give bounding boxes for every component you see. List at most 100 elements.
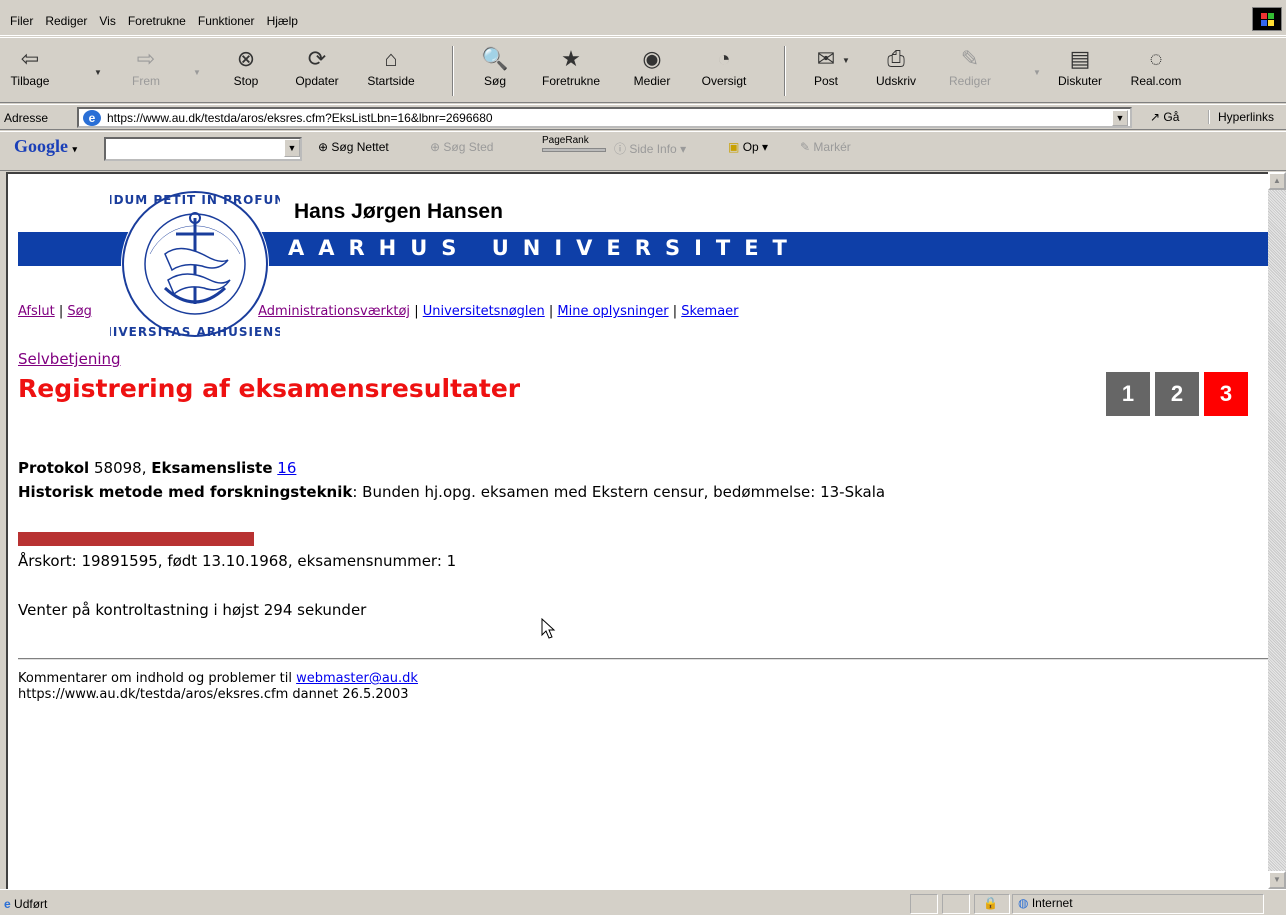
page-title: Registrering af eksamensresultater [18, 374, 521, 403]
address-label: Adresse [4, 111, 49, 125]
stop-button[interactable]: ⊗ Stop [226, 44, 266, 100]
address-input[interactable]: e https://www.au.dk/testda/aros/eksres.c… [77, 107, 1132, 128]
footer-divider [18, 658, 1268, 660]
realcom-icon: ◌ [1149, 46, 1163, 71]
discuss-label: Diskuter [1057, 74, 1102, 88]
page-info-button[interactable]: ⓘ Side Info ▾ [614, 140, 686, 157]
google-logo-text: Google [14, 136, 68, 156]
search-web-label: Søg Nettet [331, 140, 389, 154]
search-site-icon: ⊕ [430, 140, 441, 154]
nav-divider: | [414, 304, 423, 319]
refresh-button[interactable]: ⟳ Opdater [292, 44, 342, 100]
toolbar-separator [452, 46, 454, 96]
edit-button[interactable]: ✎ Rediger [946, 44, 994, 100]
media-button[interactable]: ◉ Medier [630, 44, 674, 100]
svg-text:SOLIDUM PETIT IN PROFUNDIS: SOLIDUM PETIT IN PROFUNDIS [110, 193, 280, 207]
menu-view[interactable]: Vis [93, 11, 121, 31]
forward-label: Frem [132, 74, 160, 88]
discuss-button[interactable]: ▤ Diskuter [1055, 44, 1105, 100]
nav-logout-link[interactable]: Afslut [18, 304, 55, 319]
nav-key-link[interactable]: Universitetsnøglen [423, 304, 545, 319]
home-button[interactable]: ⌂ Startside [364, 44, 418, 100]
footer-generated-line: https://www.au.dk/testda/aros/eksres.cfm… [18, 687, 409, 702]
university-name: AARHUS UNIVERSITET [288, 236, 801, 260]
google-logo[interactable]: Google ▾ [14, 136, 77, 157]
step-2: 2 [1155, 372, 1199, 416]
exam-list-link[interactable]: 16 [277, 459, 296, 477]
favorites-label: Foretrukne [541, 74, 601, 88]
highlight-button[interactable]: ✎ Markér [800, 140, 851, 154]
stop-icon: ⊗ [236, 46, 256, 71]
print-icon: ⎙ [887, 46, 905, 71]
nav-search-link[interactable]: Søg [67, 304, 91, 319]
page-footer: Kommentarer om indhold og problemer til … [18, 671, 418, 703]
google-search-dropdown-icon[interactable]: ▼ [284, 139, 300, 157]
course-name: Historisk metode med forskningsteknik [18, 483, 353, 501]
status-text: e Udført [4, 897, 47, 911]
print-label: Udskriv [875, 74, 916, 88]
folder-up-icon: ▣ [728, 140, 740, 154]
step-1: 1 [1106, 372, 1150, 416]
vertical-scrollbar[interactable]: ▲ ▼ [1268, 172, 1286, 889]
mail-button[interactable]: ✉ Post [806, 44, 846, 100]
nav-forms-link[interactable]: Skemaer [681, 304, 738, 319]
favorites-button[interactable]: ★ Foretrukne [536, 44, 606, 100]
breadcrumb-selfservice[interactable]: Selvbetjening [18, 350, 121, 368]
search-site-button[interactable]: ⊕ Søg Sted [430, 140, 493, 154]
menu-file[interactable]: Filer [4, 11, 39, 31]
mail-dropdown-icon[interactable]: ▼ [842, 56, 850, 65]
edit-dropdown-icon[interactable]: ▼ [1033, 68, 1041, 77]
edit-label: Rediger [948, 74, 992, 88]
mail-label: Post [813, 74, 838, 88]
pagerank-indicator[interactable]: PageRank [542, 136, 606, 152]
back-arrow-icon: ⇦ [20, 46, 40, 71]
mouse-cursor-icon [541, 618, 556, 639]
back-button[interactable]: ⇦ Tilbage [8, 44, 52, 100]
media-icon: ◉ [642, 46, 662, 71]
history-label: Oversigt [701, 74, 747, 88]
highlight-label: Markér [813, 140, 851, 154]
nav-divider: | [672, 304, 682, 319]
webmaster-email-link[interactable]: webmaster@au.dk [296, 671, 418, 686]
search-web-button[interactable]: ⊕ Søg Nettet [318, 140, 389, 154]
print-button[interactable]: ⎙ Udskriv [873, 44, 919, 100]
menu-help[interactable]: Hjælp [261, 11, 304, 31]
go-button[interactable]: ↗ Gå [1150, 110, 1179, 124]
forward-button[interactable]: ⇨ Frem [126, 44, 166, 100]
windows-logo-icon [1252, 7, 1282, 31]
back-dropdown-icon[interactable]: ▼ [94, 68, 102, 77]
footer-comment-text: Kommentarer om indhold og problemer til [18, 671, 292, 686]
status-bar: e Udført 🔒 ◍ Internet [0, 889, 1286, 915]
menu-tools[interactable]: Funktioner [192, 11, 261, 31]
menu-favorites[interactable]: Foretrukne [122, 11, 192, 31]
nav-admin-link[interactable]: Administrationsværktøj [258, 304, 410, 319]
address-dropdown-icon[interactable]: ▼ [1112, 110, 1128, 126]
mail-icon: ✉ [816, 46, 836, 71]
history-button[interactable]: ◔ Oversigt [696, 44, 752, 100]
forward-arrow-icon: ⇨ [136, 46, 156, 71]
up-button[interactable]: ▣ Op ▾ [728, 140, 768, 154]
hyperlinks-button[interactable]: Hyperlinks [1208, 110, 1274, 124]
favorites-icon: ★ [561, 46, 581, 71]
page-viewport: AARHUS UNIVERSITET SOLIDUM PETIT IN PROF… [6, 172, 1268, 889]
google-search-input[interactable] [104, 137, 302, 161]
scroll-down-icon[interactable]: ▼ [1268, 871, 1286, 889]
nav-myinfo-link[interactable]: Mine oplysninger [557, 304, 668, 319]
realcom-button[interactable]: ◌ Real.com [1128, 44, 1184, 100]
university-seal-logo: SOLIDUM PETIT IN PROFUNDIS UNIVERSITAS A… [110, 190, 280, 339]
lock-icon: 🔒 [983, 896, 998, 910]
svg-text:UNIVERSITAS ARHUSIENSIS: UNIVERSITAS ARHUSIENSIS [110, 325, 280, 339]
wait-message: Venter på kontroltastning i højst 294 se… [18, 601, 367, 619]
search-button[interactable]: 🔍 Søg [475, 44, 515, 100]
scroll-up-icon[interactable]: ▲ [1268, 172, 1286, 190]
up-label: Op [742, 140, 759, 154]
status-label: Udført [14, 897, 48, 911]
back-label: Tilbage [10, 74, 50, 88]
refresh-icon: ⟳ [307, 46, 327, 71]
address-url: https://www.au.dk/testda/aros/eksres.cfm… [107, 111, 493, 125]
menu-edit[interactable]: Rediger [39, 11, 93, 31]
info-icon: ⓘ [614, 142, 627, 156]
forward-dropdown-icon[interactable]: ▼ [193, 68, 201, 77]
page-info-label: Side Info [629, 142, 677, 156]
stop-label: Stop [233, 74, 259, 88]
